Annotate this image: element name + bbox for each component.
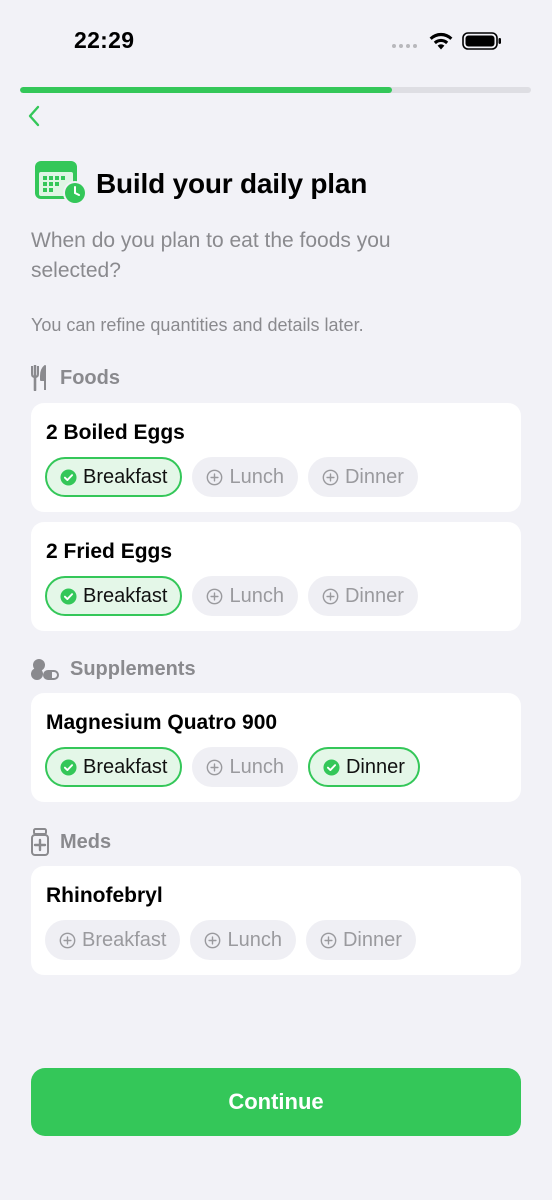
pills-icon xyxy=(31,659,59,680)
hint-text: You can refine quantities and details la… xyxy=(31,315,364,335)
item-card: 2 Fried Eggs Breakfast Lunch Dinner xyxy=(31,522,521,631)
plus-circle-icon xyxy=(207,588,223,604)
meal-chip-label: Dinner xyxy=(342,928,402,951)
page-subtitle: When do you plan to eat the foods you se… xyxy=(31,229,391,282)
meal-chip-label: Dinner xyxy=(345,755,405,778)
item-name: 2 Boiled Eggs xyxy=(46,421,185,444)
meal-chip-label: Dinner xyxy=(344,584,404,607)
chevron-left-icon xyxy=(28,105,40,127)
meal-chip-label: Breakfast xyxy=(83,465,168,488)
meal-chip-label: Breakfast xyxy=(83,755,168,778)
plus-circle-icon xyxy=(207,469,223,485)
meal-chip-label: Lunch xyxy=(227,928,282,951)
meal-chips: Breakfast Lunch Dinner xyxy=(45,457,418,497)
meal-chip-lunch[interactable]: Lunch xyxy=(192,457,298,497)
section-label-meds: Meds xyxy=(60,830,112,853)
meal-chip-label: Breakfast xyxy=(83,584,168,607)
checkmark-circle-icon xyxy=(60,758,77,776)
status-time: 22:29 xyxy=(74,27,135,53)
section-header-foods: Foods xyxy=(30,365,120,391)
status-bar: 22:29 xyxy=(0,0,552,80)
meal-chip-dinner[interactable]: Dinner xyxy=(307,576,418,616)
progress-bar xyxy=(20,87,531,93)
meal-chips: Breakfast Lunch Dinner xyxy=(45,920,416,960)
medicine-bottle-icon xyxy=(31,828,49,856)
page-title: Build your daily plan xyxy=(96,168,368,199)
item-card: Rhinofebryl Breakfast Lunch Dinner xyxy=(31,866,521,975)
meal-chip-lunch[interactable]: Lunch xyxy=(190,920,296,960)
meal-chip-label: Dinner xyxy=(344,465,404,488)
meal-chip-breakfast[interactable]: Breakfast xyxy=(45,920,181,960)
item-name: 2 Fried Eggs xyxy=(46,540,173,563)
meal-chip-breakfast[interactable]: Breakfast xyxy=(45,747,183,787)
item-card: 2 Boiled Eggs Breakfast Lunch Dinner xyxy=(31,403,521,512)
plus-circle-icon xyxy=(320,932,337,948)
continue-button[interactable]: Continue xyxy=(31,1068,521,1136)
meal-chip-dinner[interactable]: Dinner xyxy=(305,920,416,960)
screen: 22:29 Build your daily plan When do you … xyxy=(0,0,552,1200)
item-card: Magnesium Quatro 900 Breakfast Lunch Dinne… xyxy=(31,693,521,802)
meal-chips: Breakfast Lunch Dinner xyxy=(45,576,418,616)
section-label-foods: Foods xyxy=(60,366,120,389)
section-header-meds: Meds xyxy=(30,828,111,856)
item-name: Rhinofebryl xyxy=(46,884,163,907)
plus-circle-icon xyxy=(322,588,339,604)
wifi-icon xyxy=(429,32,453,50)
section-header-supplements: Supplements xyxy=(30,656,196,682)
meal-chip-label: Lunch xyxy=(229,584,284,607)
item-name: Magnesium Quatro 900 xyxy=(46,711,278,734)
meal-chip-dinner[interactable]: Dinner xyxy=(307,747,420,787)
checkmark-circle-icon xyxy=(60,587,77,605)
fork-knife-icon xyxy=(31,365,46,391)
back-button[interactable] xyxy=(20,101,48,131)
calendar-clock-icon xyxy=(35,161,87,205)
plus-circle-icon xyxy=(59,932,76,948)
meal-chip-lunch[interactable]: Lunch xyxy=(192,576,298,616)
meal-chips: Breakfast Lunch Dinner xyxy=(45,747,420,787)
meal-chip-dinner[interactable]: Dinner xyxy=(307,457,418,497)
progress-fill xyxy=(20,87,392,93)
plus-circle-icon xyxy=(207,759,223,775)
meal-chip-label: Lunch xyxy=(229,465,284,488)
battery-icon xyxy=(462,32,501,50)
plus-circle-icon xyxy=(322,469,339,485)
signal-icon xyxy=(392,44,417,48)
plus-circle-icon xyxy=(205,932,221,948)
checkmark-circle-icon xyxy=(60,468,77,486)
meal-chip-breakfast[interactable]: Breakfast xyxy=(45,457,183,497)
checkmark-circle-icon xyxy=(323,758,340,776)
section-label-supplements: Supplements xyxy=(70,657,196,680)
meal-chip-breakfast[interactable]: Breakfast xyxy=(45,576,183,616)
meal-chip-label: Breakfast xyxy=(82,928,167,951)
meal-chip-label: Lunch xyxy=(229,755,284,778)
meal-chip-lunch[interactable]: Lunch xyxy=(192,747,298,787)
